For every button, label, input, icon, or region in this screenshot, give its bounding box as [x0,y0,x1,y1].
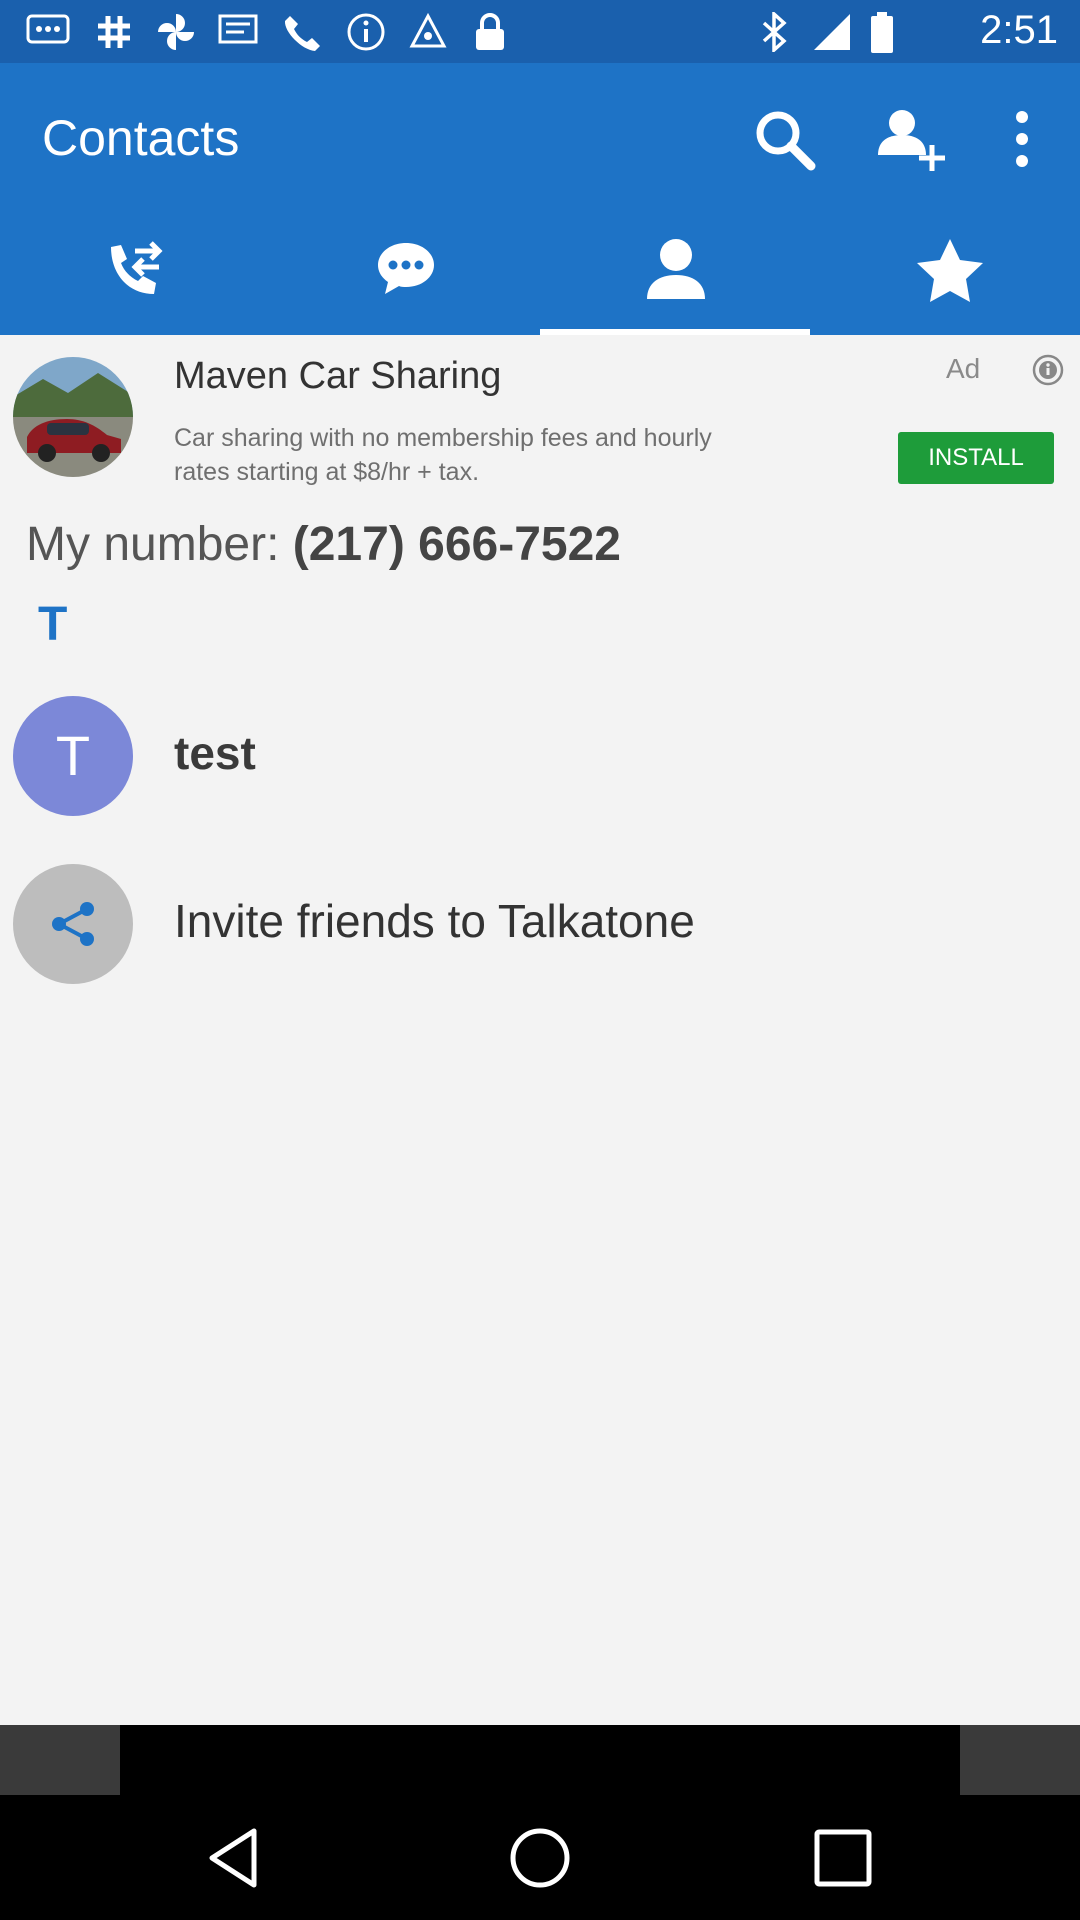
battery-icon [871,12,893,53]
photos-icon [158,14,194,50]
ad-banner[interactable]: Maven Car Sharing Car sharing with no me… [0,335,1080,495]
call-transfer-icon [111,241,163,294]
recents-icon[interactable] [810,1825,876,1891]
strip-right [960,1725,1080,1795]
page-title: Contacts [42,110,240,166]
status-bar: 2:51 [0,0,1080,63]
list-item[interactable]: T test [0,686,1080,826]
chat-icon [378,243,434,294]
star-icon [917,239,983,302]
section-header: T [38,598,68,651]
tab-favorites[interactable] [810,213,1080,335]
avatar: T [13,696,133,816]
more-options-icon[interactable] [1000,103,1072,175]
back-icon[interactable] [204,1825,270,1891]
signal-icon [814,14,850,50]
ad-label: Ad [946,353,981,384]
invite-avatar [13,864,133,984]
my-number[interactable]: My number: (217) 666-7522 [26,517,621,572]
status-time: 2:51 [980,8,1058,52]
strip-left [0,1725,120,1795]
messages-icon [26,14,70,44]
invite-friends-item[interactable]: Invite friends to Talkatone [0,854,1080,994]
phone-icon [284,16,320,51]
ad-info-icon[interactable] [1032,354,1064,386]
bottom-strip [0,1725,1080,1795]
lock-icon [476,13,504,50]
info-icon [347,13,385,51]
ad-description: Car sharing with no membership fees and … [174,424,712,486]
navigation-bar [0,1795,1080,1920]
tab-messages[interactable] [270,213,540,335]
home-icon[interactable] [507,1825,573,1891]
share-icon [52,902,94,946]
bluetooth-icon [762,12,787,52]
invite-label: Invite friends to Talkatone [174,895,695,947]
slack-icon [98,16,130,48]
my-number-label: My number: [26,518,293,571]
app-bar: Contacts [0,63,1080,335]
contacts-list[interactable]: Maven Car Sharing Car sharing with no me… [0,335,1080,1725]
tab-contacts[interactable] [540,213,810,335]
add-contact-icon[interactable] [874,103,946,175]
tab-calls[interactable] [0,213,270,335]
fake-gps-icon [409,12,447,48]
contact-name: test [174,727,256,779]
tab-bar [0,213,1080,335]
ad-title[interactable]: Maven Car Sharing [174,355,501,398]
install-button[interactable]: INSTALL [898,432,1054,484]
contact-icon [647,239,705,299]
message-icon [218,14,258,44]
search-icon[interactable] [748,103,820,175]
my-number-value: (217) 666-7522 [292,518,621,571]
ad-image[interactable] [13,357,133,477]
